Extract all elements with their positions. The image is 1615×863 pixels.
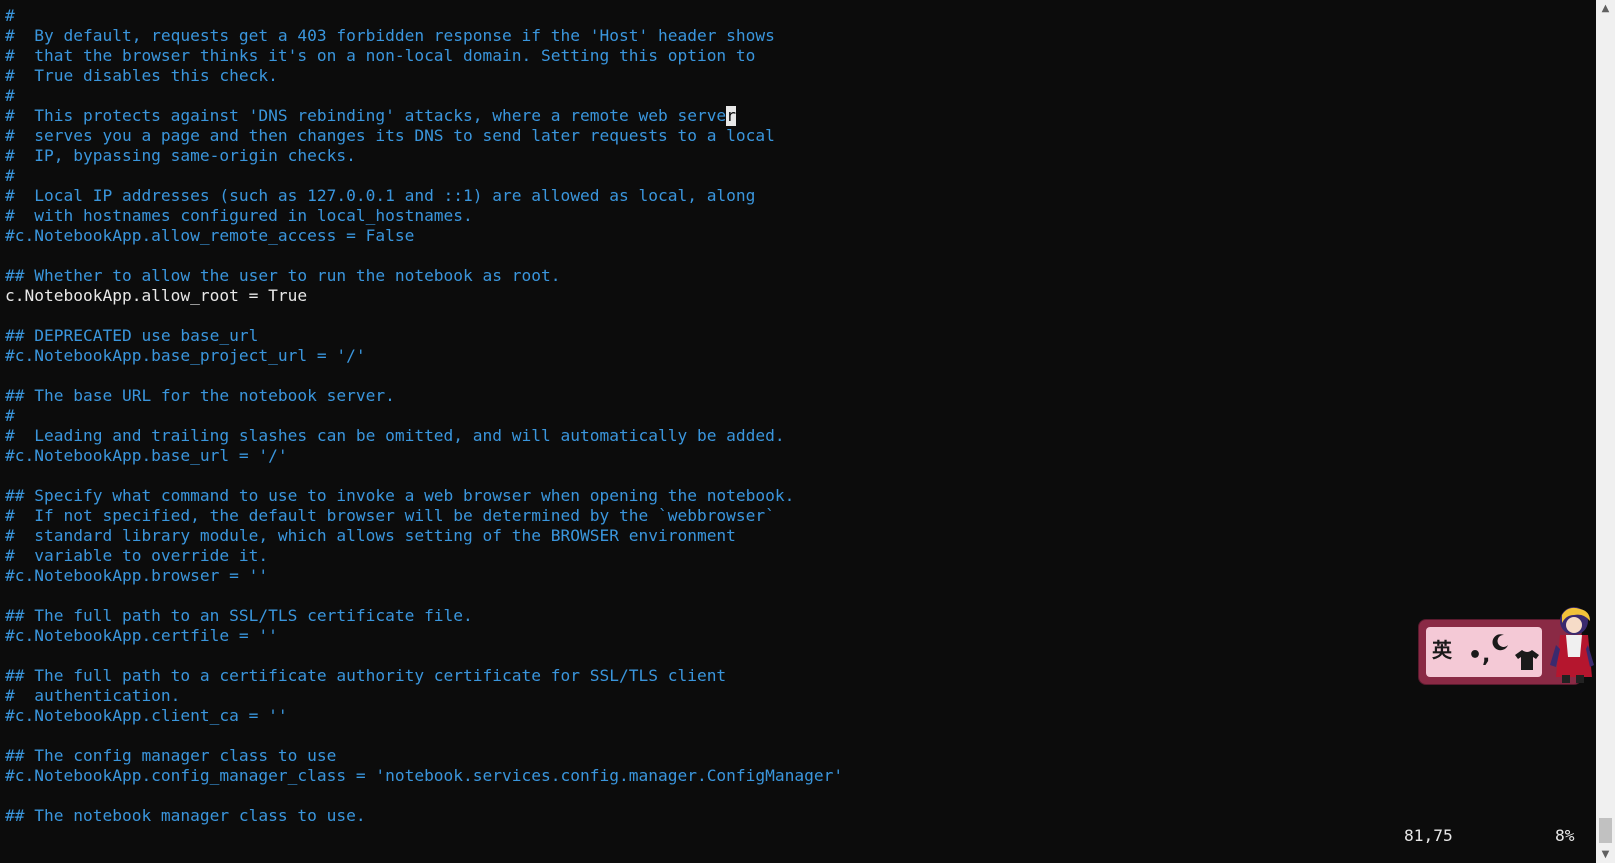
comment-line: # that the browser thinks it's on a non-… [5,46,756,65]
comment-line: # with hostnames configured in local_hos… [5,206,473,225]
vertical-scrollbar[interactable]: ▲ ▼ [1596,0,1615,863]
comment-line: # [5,6,15,25]
scroll-percent-indicator: 8% [1555,826,1575,845]
text-cursor: r [726,106,736,126]
comment-line: ## Whether to allow the user to run the … [5,266,561,285]
comment-line: ## The full path to an SSL/TLS certifica… [5,606,473,625]
code-buffer[interactable]: # # By default, requests get a 403 forbid… [5,6,843,826]
comment-line: ## The base URL for the notebook server. [5,386,395,405]
comment-line: #c.NotebookApp.base_project_url = '/' [5,346,366,365]
comment-line: # variable to override it. [5,546,269,565]
shirt-icon[interactable] [1514,649,1540,671]
scroll-down-arrow-icon[interactable]: ▼ [1596,846,1615,863]
comment-line: #c.NotebookApp.browser = '' [5,566,269,585]
comment-line: # If not specified, the default browser … [5,506,775,525]
comment-line: # True disables this check. [5,66,278,85]
ime-language-toggle[interactable]: 英 [1432,634,1452,663]
moon-icon[interactable] [1492,633,1510,651]
comment-line: ## Specify what command to use to invoke… [5,486,795,505]
comment-line: # Local IP addresses (such as 127.0.0.1 … [5,186,756,205]
comment-line: #c.NotebookApp.base_url = '/' [5,446,288,465]
ime-toolbar[interactable]: 英 •, [1418,605,1596,685]
comment-line: #c.NotebookApp.config_manager_class = 'n… [5,766,844,785]
comment-line: # Leading and trailing slashes can be om… [5,426,785,445]
code-line: c.NotebookApp.allow_root = True [5,286,308,305]
comment-line: #c.NotebookApp.allow_remote_access = Fal… [5,226,415,245]
comment-line: ## The notebook manager class to use. [5,806,366,825]
line-text: # This protects against 'DNS rebinding' … [5,106,727,125]
vim-terminal-window[interactable]: # # By default, requests get a 403 forbid… [0,0,1596,863]
comment-line: # IP, bypassing same-origin checks. [5,146,356,165]
cursor-position-indicator: 81,75 [1404,826,1453,845]
comment-line: # By default, requests get a 403 forbidd… [5,26,775,45]
ime-punctuation-toggle[interactable]: •, [1468,643,1490,668]
comment-line: #c.NotebookApp.client_ca = '' [5,706,288,725]
scroll-up-arrow-icon[interactable]: ▲ [1596,0,1615,17]
comment-line: # standard library module, which allows … [5,526,736,545]
comment-line: # [5,166,15,185]
comment-line: # authentication. [5,686,181,705]
comment-line: # serves you a page and then changes its… [5,126,775,145]
ime-toolbar-panel: 英 •, [1426,627,1542,677]
comment-line: ## DEPRECATED use base_url [5,326,259,345]
comment-line: ## The full path to a certificate author… [5,666,727,685]
comment-line: # [5,86,15,105]
comment-line: #c.NotebookApp.certfile = '' [5,626,278,645]
comment-line: # This protects against 'DNS rebinding' … [5,106,843,126]
scrollbar-thumb[interactable] [1599,818,1612,843]
comment-line: ## The config manager class to use [5,746,337,765]
comment-line: # [5,406,15,425]
anime-avatar-icon[interactable] [1546,605,1596,685]
